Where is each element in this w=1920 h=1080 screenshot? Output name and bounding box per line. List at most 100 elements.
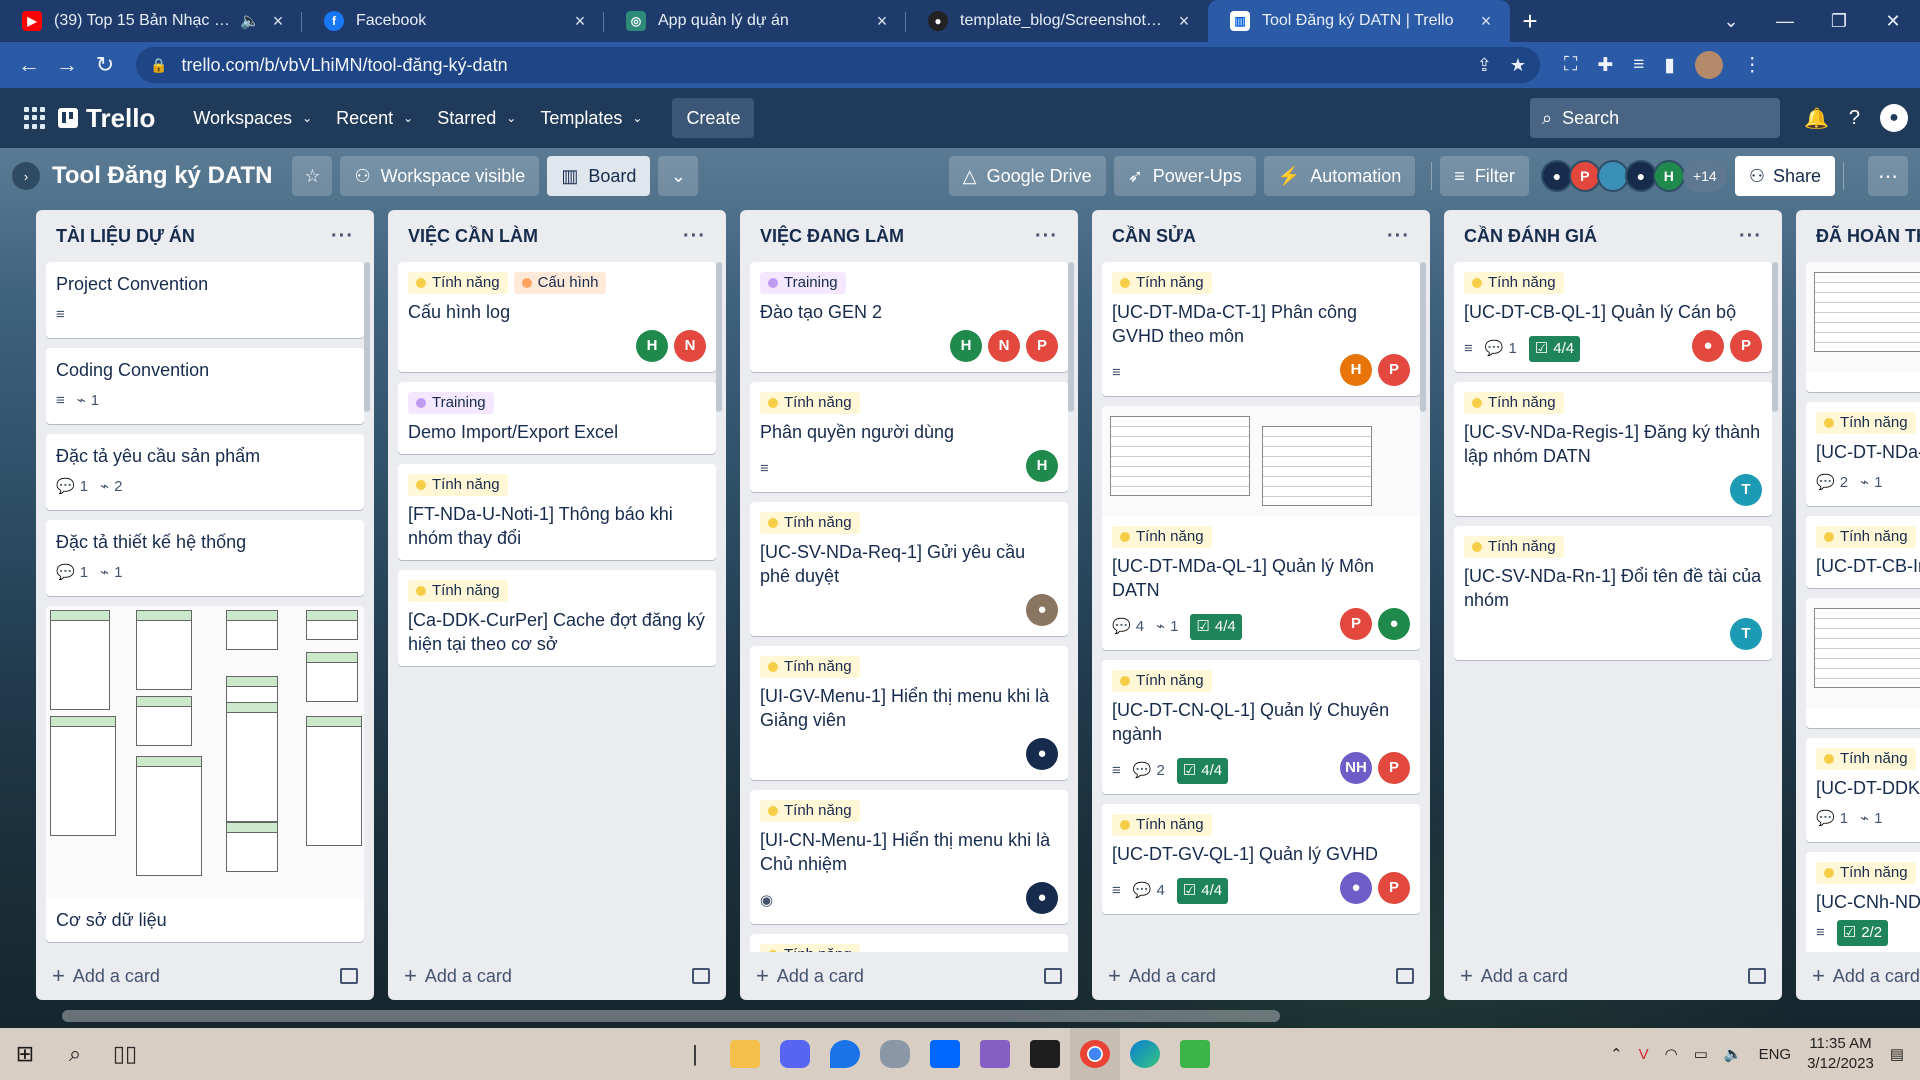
browser-tab[interactable]: ◎ App quản lý dự án × bbox=[604, 0, 906, 42]
app-switcher-icon[interactable] bbox=[24, 107, 46, 129]
card-label[interactable]: Tính năng bbox=[1464, 392, 1564, 414]
card-label[interactable]: Tính năng bbox=[1816, 862, 1916, 884]
list-header[interactable]: TÀI LIỆU DỰ ÁN ··· bbox=[36, 210, 374, 262]
card-template-icon[interactable] bbox=[340, 968, 358, 984]
member-avatar[interactable]: H bbox=[636, 330, 668, 362]
menu-workspaces[interactable]: Workspaces ⌄ bbox=[181, 98, 324, 138]
card[interactable]: Đặc tả thiết kế hệ thống 💬 1 ⌁ 1 bbox=[46, 520, 364, 596]
task-view-icon[interactable]: ▯▯ bbox=[100, 1028, 150, 1080]
card-label[interactable]: Tính năng bbox=[1112, 272, 1212, 294]
browser-tab[interactable]: ▶ (39) Top 15 Bản Nhạc EDM N 🔈 × bbox=[0, 0, 302, 42]
trello-logo[interactable]: Trello bbox=[58, 103, 155, 134]
account-avatar[interactable]: ● bbox=[1880, 104, 1908, 132]
member-avatar[interactable]: P bbox=[1378, 872, 1410, 904]
card-label[interactable]: Tính năng bbox=[760, 392, 860, 414]
list-menu-icon[interactable]: ··· bbox=[331, 225, 354, 248]
list-header[interactable]: VIỆC CẦN LÀM ··· bbox=[388, 210, 726, 262]
visibility-button[interactable]: ⚇ Workspace visible bbox=[340, 156, 540, 196]
zalo-icon[interactable] bbox=[920, 1028, 970, 1080]
card-template-icon[interactable] bbox=[1044, 968, 1062, 984]
lock-icon[interactable]: 🔒 bbox=[150, 57, 167, 74]
filter-button[interactable]: ≡ Filter bbox=[1440, 156, 1529, 196]
card-label[interactable]: Tính năng bbox=[408, 474, 508, 496]
card[interactable]: Tính năng[UC-DT-DDK-C ký💬1⌁1 bbox=[1806, 738, 1920, 842]
member-avatar[interactable]: ● bbox=[1378, 608, 1410, 640]
discord-icon[interactable] bbox=[770, 1028, 820, 1080]
member-avatar[interactable]: P bbox=[1730, 330, 1762, 362]
browser-tab-active[interactable]: ▥ Tool Đăng ký DATN | Trello × bbox=[1208, 0, 1510, 42]
extensions-icon[interactable]: ✚ bbox=[1597, 54, 1613, 77]
list-menu-icon[interactable]: ··· bbox=[1739, 225, 1762, 248]
list-title[interactable]: CẦN ĐÁNH GIÁ bbox=[1464, 226, 1597, 247]
card-template-icon[interactable] bbox=[1748, 968, 1766, 984]
card[interactable]: Tính năng [UC-DT-MDa-CT-1] Phân công GVHD… bbox=[1102, 262, 1420, 396]
card-label[interactable]: Tính năng bbox=[1816, 748, 1916, 770]
media-control-icon[interactable]: ≡ bbox=[1633, 54, 1644, 76]
list-menu-icon[interactable]: ··· bbox=[1035, 225, 1058, 248]
list-scrollbar[interactable] bbox=[1420, 262, 1426, 412]
card[interactable]: Tính năng [UC-DT-CB-Im Excel bbox=[1806, 516, 1920, 588]
search-input[interactable]: ⌕ Search bbox=[1529, 98, 1780, 138]
windows-start-icon[interactable]: ⊞ bbox=[0, 1028, 50, 1080]
card-label[interactable]: Tính năng bbox=[760, 512, 860, 534]
card-label[interactable]: Tính năng bbox=[1464, 272, 1564, 294]
card-label[interactable]: Tính năng bbox=[760, 800, 860, 822]
card-template-icon[interactable] bbox=[1396, 968, 1414, 984]
board-view-button[interactable]: ▥ Board bbox=[547, 156, 651, 196]
card-template-icon[interactable] bbox=[692, 968, 710, 984]
card-label[interactable]: Tính năng bbox=[760, 944, 860, 952]
translate-icon[interactable]: ⛶ bbox=[1564, 54, 1577, 76]
list-scrollbar[interactable] bbox=[716, 262, 722, 412]
camtasia-icon[interactable] bbox=[1170, 1028, 1220, 1080]
reload-button[interactable]: ↻ bbox=[86, 46, 124, 84]
member-avatar[interactable]: N bbox=[988, 330, 1020, 362]
browser-tab[interactable]: f Facebook × bbox=[302, 0, 604, 42]
card[interactable] bbox=[1806, 598, 1920, 728]
member-avatar[interactable]: P bbox=[1340, 608, 1372, 640]
card-label[interactable]: Training bbox=[408, 392, 494, 414]
url-bar[interactable]: 🔒 trello.com/b/vbVLhiMN/tool-đăng-ký-dat… bbox=[136, 47, 1540, 83]
member-avatar[interactable]: ● bbox=[1692, 330, 1724, 362]
list-title[interactable]: CẦN SỬA bbox=[1112, 226, 1196, 247]
card-label[interactable]: Tính năng bbox=[1816, 526, 1916, 548]
card[interactable]: Training Đào tạo GEN 2 HNP bbox=[750, 262, 1068, 372]
star-board-button[interactable]: ☆ bbox=[292, 156, 333, 196]
card[interactable]: Tính năng [UI-GV-Menu-1] Hiển thị menu kh… bbox=[750, 646, 1068, 780]
close-window-button[interactable]: ✕ bbox=[1866, 0, 1920, 42]
audio-icon[interactable]: 🔈 bbox=[240, 11, 260, 31]
member-avatar[interactable]: ● bbox=[1026, 594, 1058, 626]
create-button[interactable]: Create bbox=[672, 98, 755, 138]
google-drive-button[interactable]: △ Google Drive bbox=[948, 156, 1106, 196]
card-label[interactable]: Tính năng bbox=[408, 580, 508, 602]
card[interactable]: Tính năng Phân quyền người dùng ≡ H bbox=[750, 382, 1068, 492]
card[interactable]: Đặc tả yêu cầu sản phẩm 💬 1 ⌁ 2 bbox=[46, 434, 364, 510]
card[interactable]: Tính năng [UC-DT-MDa-QL-1] Quản lý Môn DA… bbox=[1102, 406, 1420, 650]
bookmark-star-icon[interactable]: ★ bbox=[1510, 55, 1526, 76]
browser-tab[interactable]: ● template_blog/Screenshot (1620 × bbox=[906, 0, 1208, 42]
card-label[interactable]: Tính năng bbox=[1816, 412, 1916, 434]
card[interactable] bbox=[1806, 262, 1920, 392]
card[interactable]: Training Demo Import/Export Excel bbox=[398, 382, 716, 454]
card[interactable]: Tính năng [UC-SV-NDa-Rn-1] Đổi tên đề tài… bbox=[1454, 526, 1772, 660]
member-avatar[interactable]: ● bbox=[1026, 738, 1058, 770]
battery-icon[interactable]: ▭ bbox=[1694, 1045, 1708, 1063]
card[interactable]: Tính năng [UC-SV-NDa-Regis-1] Đăng ký thà… bbox=[1454, 382, 1772, 516]
tab-search-icon[interactable]: ⌄ bbox=[1704, 0, 1758, 42]
member-avatar[interactable]: P bbox=[1378, 752, 1410, 784]
forward-button[interactable]: → bbox=[48, 46, 86, 84]
jetbrains-icon[interactable] bbox=[1020, 1028, 1070, 1080]
member-avatar[interactable]: H bbox=[1340, 354, 1372, 386]
close-tab-icon[interactable]: × bbox=[1174, 11, 1194, 32]
profile-avatar[interactable] bbox=[1694, 51, 1723, 79]
card[interactable]: Cơ sở dữ liệu bbox=[46, 606, 364, 942]
card[interactable]: Tính năng [UC-DT-CN-QL-1] Quản lý Chuyên … bbox=[1102, 660, 1420, 794]
list-scrollbar[interactable] bbox=[1772, 262, 1778, 412]
member-avatar[interactable]: H bbox=[1026, 450, 1058, 482]
list-header[interactable]: CẦN ĐÁNH GIÁ ··· bbox=[1444, 210, 1782, 262]
add-card-button[interactable]: + Add a card bbox=[1796, 952, 1920, 1000]
member-avatar[interactable]: ● bbox=[1340, 872, 1372, 904]
minimize-button[interactable]: — bbox=[1758, 0, 1812, 42]
side-panel-icon[interactable]: ▮ bbox=[1664, 54, 1674, 77]
card[interactable]: Tính năng [UC-DT-GV-QL-1] Quản lý GVHD ≡ 💬 4… bbox=[1102, 804, 1420, 914]
notification-bell-icon[interactable]: 🔔 bbox=[1804, 106, 1829, 131]
